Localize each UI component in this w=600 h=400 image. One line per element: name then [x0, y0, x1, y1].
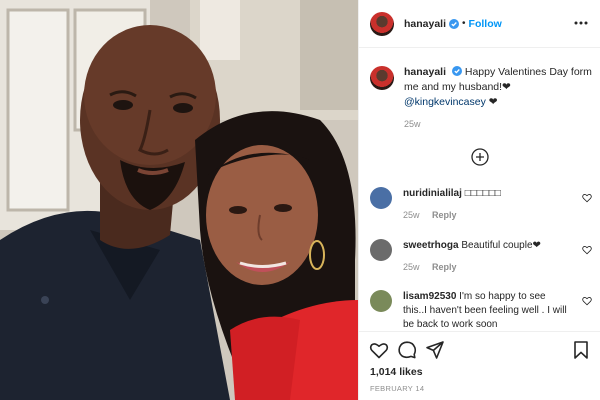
caption-mention[interactable]: @kingkevincasey — [404, 96, 486, 108]
reply-button[interactable]: Reply — [432, 262, 457, 272]
bookmark-icon[interactable] — [571, 340, 591, 360]
comment-body: lisam92530 I'm so happy to see this..I h… — [403, 290, 569, 331]
likes-count[interactable]: 1,014 likes — [370, 366, 423, 378]
comment-timestamp: 25w — [403, 262, 420, 272]
post-side-panel: hanayali • Follow hanayali Happy Valenti… — [358, 0, 600, 400]
author-username[interactable]: hanayali — [404, 18, 446, 30]
caption-author[interactable]: hanayali — [404, 66, 446, 78]
comment-body: nuridinialilaj □□□□□□ 25w Reply — [403, 187, 569, 222]
small-heart-icon[interactable] — [582, 193, 592, 203]
comment-body: sweetrhoga Beautiful couple❤ 25w Reply — [403, 239, 569, 274]
post-photo[interactable] — [0, 0, 358, 400]
caption-body: hanayali Happy Valentines Day form me an… — [404, 65, 594, 132]
heart-icon[interactable] — [369, 340, 389, 360]
post-date[interactable]: FEBRUARY 14 — [370, 384, 424, 393]
plus-circle-icon[interactable] — [470, 147, 490, 167]
commenter-username[interactable]: nuridinialilaj — [403, 188, 462, 199]
commenter-avatar[interactable] — [370, 290, 392, 312]
small-heart-icon[interactable] — [582, 296, 592, 306]
follow-button[interactable]: Follow — [469, 18, 502, 30]
couple-photo-illustration — [0, 0, 358, 400]
post-header: hanayali • Follow — [359, 0, 600, 48]
comment-item: nuridinialilaj □□□□□□ 25w Reply — [370, 187, 595, 222]
more-options-icon[interactable] — [573, 17, 589, 29]
comment-timestamp: 25w — [403, 210, 420, 220]
separator-dot: • — [462, 18, 466, 29]
reply-button[interactable]: Reply — [432, 210, 457, 220]
comments-section[interactable]: hanayali Happy Valentines Day form me an… — [359, 49, 600, 331]
small-heart-icon[interactable] — [582, 245, 592, 255]
comment-item: sweetrhoga Beautiful couple❤ 25w Reply — [370, 239, 595, 274]
comment-item: lisam92530 I'm so happy to see this..I h… — [370, 290, 595, 331]
caption-suffix: ❤ — [485, 96, 498, 108]
caption-timestamp: 25w — [404, 119, 421, 129]
instagram-post: hanayali • Follow hanayali Happy Valenti… — [0, 0, 600, 400]
paper-plane-icon[interactable] — [425, 340, 445, 360]
author-avatar[interactable] — [370, 11, 394, 36]
comment-icon[interactable] — [397, 340, 417, 360]
comment-text: Beautiful couple❤ — [461, 240, 541, 251]
commenter-username[interactable]: sweetrhoga — [403, 240, 459, 251]
verified-badge-icon — [449, 18, 460, 29]
commenter-avatar[interactable] — [370, 239, 392, 261]
post-actions: 1,014 likes FEBRUARY 14 — [359, 331, 600, 400]
caption-author-avatar[interactable] — [370, 66, 394, 90]
comment-meta: 25w Reply — [403, 208, 569, 222]
verified-badge-icon — [451, 66, 462, 76]
commenter-avatar[interactable] — [370, 187, 392, 209]
post-caption: hanayali Happy Valentines Day form me an… — [370, 65, 595, 132]
comment-meta: 25w Reply — [403, 260, 569, 274]
comment-text: □□□□□□ — [464, 188, 501, 199]
commenter-username[interactable]: lisam92530 — [403, 291, 456, 302]
